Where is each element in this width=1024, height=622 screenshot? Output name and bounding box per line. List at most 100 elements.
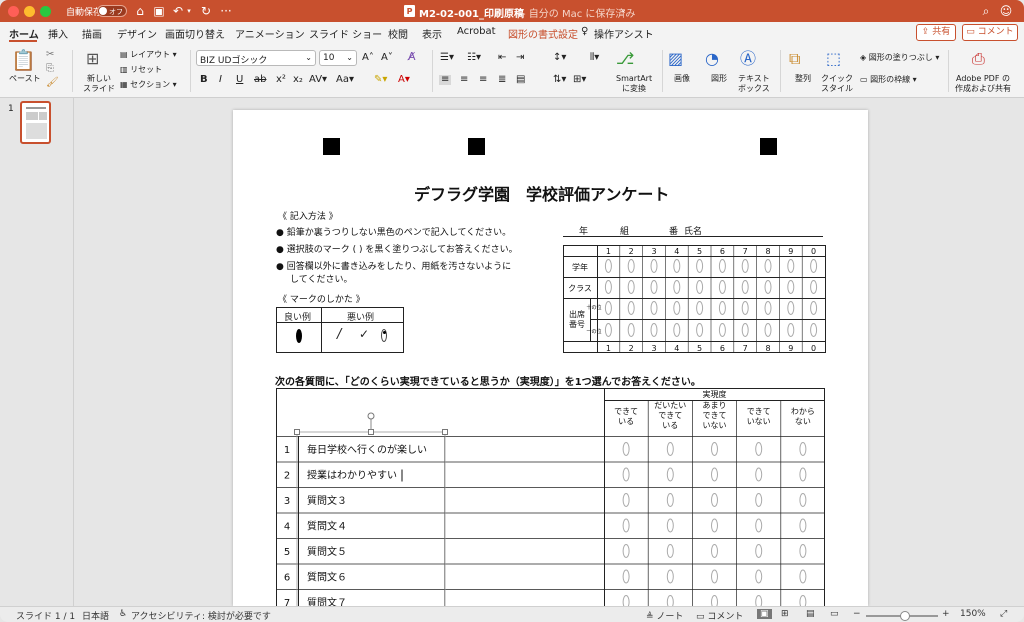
save-icon[interactable]: ▣ [151, 3, 167, 19]
zoom-slider-thumb[interactable] [900, 611, 910, 621]
fit-to-window-icon[interactable]: ⤢ [1000, 609, 1007, 619]
tab-acrobat[interactable]: Acrobat [457, 26, 496, 37]
increase-font-icon[interactable]: A˄ [362, 53, 374, 63]
tab-home[interactable]: ホーム [9, 26, 39, 41]
new-slide-icon[interactable]: ⊞ [86, 50, 99, 68]
accessibility-icon[interactable]: ♿ [119, 609, 127, 619]
zoom-in-icon[interactable]: + [942, 609, 950, 619]
char-spacing-icon[interactable]: AV▾ [309, 75, 327, 85]
title-dropdown-icon[interactable]: ⌄ [620, 5, 627, 14]
notes-button[interactable]: ≜ ノート [646, 609, 683, 622]
align-right-icon[interactable]: ≡ [479, 75, 487, 85]
increase-indent-icon[interactable]: ⇥ [516, 53, 524, 63]
textbox-label[interactable]: テキスト ボックス [738, 74, 770, 94]
bullets-icon[interactable]: ☰▾ [440, 53, 454, 63]
smartart-label[interactable]: SmartArt に変換 [616, 74, 652, 94]
reading-view-icon[interactable]: ▤ [806, 609, 815, 619]
home-icon[interactable]: ⌂ [132, 3, 148, 19]
highlight-icon[interactable]: ✎▾ [374, 75, 387, 85]
arrange-label[interactable]: 整列 [795, 74, 811, 84]
strikethrough-icon[interactable]: ab [254, 75, 266, 85]
bold-icon[interactable]: B [200, 75, 208, 85]
zoom-window-button[interactable] [40, 6, 51, 17]
tab-shape-format[interactable]: 図形の書式設定 [508, 26, 578, 41]
smartart-icon[interactable]: ⎇ [616, 50, 634, 68]
language-status[interactable]: 日本語 [82, 609, 109, 622]
shape-fill-button[interactable]: ◈ 図形の塗りつぶし ▾ [860, 53, 939, 63]
adobe-pdf-label[interactable]: Adobe PDF の 作成および共有 [955, 74, 1011, 94]
tab-design[interactable]: デザイン [117, 26, 157, 41]
align-text-icon[interactable]: ⊞▾ [573, 75, 586, 85]
tab-insert[interactable]: 挿入 [48, 26, 68, 41]
tab-draw[interactable]: 描画 [82, 26, 102, 41]
new-slide-label[interactable]: 新しい スライド [83, 74, 115, 94]
slide-thumbnail[interactable] [20, 101, 51, 144]
textbox-icon[interactable]: Ⓐ [740, 50, 756, 68]
comments-status-button[interactable]: ▭ コメント [696, 609, 743, 622]
tab-slideshow[interactable]: スライド ショー [309, 26, 382, 41]
cut-icon[interactable]: ✂ [46, 50, 54, 60]
font-name-dropdown[interactable]: BIZ UDゴシック ⌄ [196, 50, 316, 66]
distribute-icon[interactable]: ▤ [516, 75, 525, 85]
subscript-icon[interactable]: x₂ [293, 75, 303, 85]
align-center-icon[interactable]: ≡ [460, 75, 468, 85]
font-size-dropdown[interactable]: 10 ⌄ [319, 50, 357, 66]
numbering-icon[interactable]: ☷▾ [467, 53, 481, 63]
answer-bubble [666, 569, 674, 584]
undo-dropdown-icon[interactable]: ▾ [184, 3, 194, 19]
font-color-icon[interactable]: A▾ [398, 75, 410, 85]
justify-icon[interactable]: ≣ [498, 75, 506, 85]
tab-animations[interactable]: アニメーション [235, 26, 305, 41]
slideshow-icon[interactable]: ▭ [830, 609, 839, 619]
align-left-icon[interactable]: ≡ [439, 75, 452, 85]
question-prompt: 次の各質問に、「どのくらい実現できていると思うか（実現度）」を1つ選んでお答えく… [275, 377, 701, 388]
minimize-window-button[interactable] [24, 6, 35, 17]
layout-button[interactable]: ▤ レイアウト ▾ [120, 50, 177, 60]
redo-icon[interactable]: ↻ [198, 3, 214, 19]
format-painter-icon[interactable]: 🖌 [46, 78, 59, 88]
tab-view[interactable]: 表示 [422, 26, 442, 41]
italic-icon[interactable]: I [219, 75, 222, 85]
zoom-slider[interactable] [866, 611, 938, 621]
tab-tell-me[interactable]: 操作アシスト [594, 26, 654, 41]
picture-icon[interactable]: ▨ [668, 50, 683, 68]
change-case-icon[interactable]: Aa▾ [336, 75, 354, 85]
copy-icon[interactable]: ⎘ [46, 64, 54, 74]
reset-button[interactable]: ▥ リセット [120, 65, 162, 75]
shape-outline-button[interactable]: ▭ 図形の枠線 ▾ [860, 75, 917, 85]
accessibility-status[interactable]: アクセシビリティ: 検討が必要です [131, 609, 271, 622]
close-window-button[interactable] [8, 6, 19, 17]
share-button[interactable]: ⇪ 共有 [916, 24, 956, 41]
tab-review[interactable]: 校閲 [388, 26, 408, 41]
search-icon[interactable]: ⌕ [978, 3, 994, 19]
arrange-icon[interactable]: ⧉ [789, 50, 800, 68]
autosave-toggle[interactable]: オフ [97, 5, 127, 17]
decrease-indent-icon[interactable]: ⇤ [498, 53, 506, 63]
quick-styles-icon[interactable]: ⬚ [826, 50, 841, 68]
tab-transitions[interactable]: 画面切り替え [165, 26, 225, 41]
zoom-out-icon[interactable]: − [853, 609, 861, 619]
clear-format-icon[interactable]: A̸ [408, 51, 416, 62]
paste-label[interactable]: ペースト [9, 74, 41, 84]
comments-button[interactable]: ▭ コメント [962, 24, 1018, 41]
text-direction-icon[interactable]: ⇅▾ [553, 75, 566, 85]
shapes-label[interactable]: 図形 [711, 74, 727, 84]
slide-canvas[interactable]: デフラグ学園 学校評価アンケート 《 記入方法 》 ● 鉛筆か裏うつりしない黒色… [233, 110, 868, 606]
underline-icon[interactable]: U [236, 75, 243, 85]
columns-icon[interactable]: ⫴▾ [590, 53, 599, 63]
line-spacing-icon[interactable]: ↕▾ [553, 53, 566, 63]
decrease-font-icon[interactable]: A˅ [381, 53, 393, 63]
more-icon[interactable]: ··· [218, 3, 234, 19]
normal-view-icon[interactable]: ▣ [757, 609, 772, 619]
paste-icon[interactable]: 📋 [11, 50, 36, 70]
section-button[interactable]: ▦ セクション ▾ [120, 80, 177, 90]
adobe-pdf-icon[interactable]: ⎙ [972, 50, 985, 68]
answer-bubble [622, 493, 630, 507]
quick-styles-label[interactable]: クイック スタイル [821, 74, 853, 94]
zoom-level[interactable]: 150% [960, 609, 986, 619]
picture-label[interactable]: 画像 [674, 74, 690, 84]
superscript-icon[interactable]: x² [276, 75, 286, 85]
account-icon[interactable]: ☺ [998, 3, 1014, 19]
slide-sorter-icon[interactable]: ⊞ [781, 609, 789, 619]
shapes-icon[interactable]: ◔ [705, 50, 719, 68]
